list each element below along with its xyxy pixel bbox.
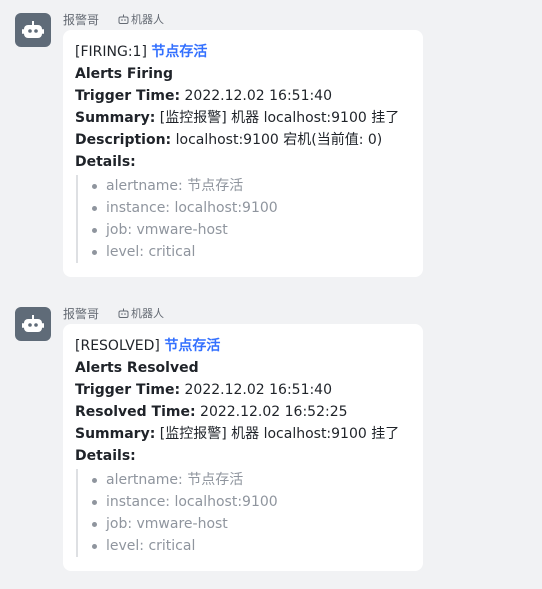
robot-icon xyxy=(22,21,44,38)
details-item: level: critical xyxy=(92,241,411,263)
bot-avatar[interactable] xyxy=(15,13,51,47)
message-resolved: 报警哥 机器人 [RESOLVED] 节点存活 Alerts Resolved … xyxy=(0,294,542,584)
field-trigger-time: Trigger Time: 2022.12.02 16:51:40 xyxy=(75,85,411,107)
field-value: [监控报警] 机器 localhost:9100 挂了 xyxy=(159,426,400,442)
field-value: 2022.12.02 16:51:40 xyxy=(184,88,333,104)
bot-tag-label: 机器人 xyxy=(131,13,165,26)
details-label: Details: xyxy=(75,448,136,464)
details-item: instance: localhost:9100 xyxy=(92,491,411,513)
field-description: Description: localhost:9100 宕机(当前值: 0) xyxy=(75,129,411,151)
sender-line: 报警哥 机器人 xyxy=(63,304,164,322)
details-item: instance: localhost:9100 xyxy=(92,197,411,219)
sender-name[interactable]: 报警哥 xyxy=(63,305,99,322)
field-label: Summary: xyxy=(75,426,156,442)
status-line: [RESOLVED] 节点存活 xyxy=(75,335,411,357)
field-label: Description: xyxy=(75,132,172,148)
status-line: [FIRING:1] 节点存活 xyxy=(75,41,411,63)
details-item: alertname: 节点存活 xyxy=(92,175,411,197)
robot-tag-icon xyxy=(118,14,129,24)
details-list: alertname: 节点存活 instance: localhost:9100… xyxy=(76,469,411,557)
bot-tag: 机器人 xyxy=(118,305,164,321)
field-value: 2022.12.02 16:52:25 xyxy=(200,404,348,420)
details-item: alertname: 节点存活 xyxy=(92,469,411,491)
field-label: Resolved Time: xyxy=(75,404,196,420)
field-summary: Summary: [监控报警] 机器 localhost:9100 挂了 xyxy=(75,107,411,129)
robot-tag-icon xyxy=(118,308,129,318)
field-summary: Summary: [监控报警] 机器 localhost:9100 挂了 xyxy=(75,423,411,445)
details-label: Details: xyxy=(75,154,136,170)
status-prefix: [RESOLVED] xyxy=(75,338,160,354)
field-value: [监控报警] 机器 localhost:9100 挂了 xyxy=(159,110,400,126)
alert-card: [FIRING:1] 节点存活 Alerts Firing Trigger Ti… xyxy=(63,30,423,277)
status-prefix: [FIRING:1] xyxy=(75,44,147,60)
details-item: level: critical xyxy=(92,535,411,557)
field-value: localhost:9100 宕机(当前值: 0) xyxy=(175,132,383,148)
robot-icon xyxy=(22,315,44,332)
bot-tag: 机器人 xyxy=(118,11,164,27)
field-label: Trigger Time: xyxy=(75,88,181,104)
bot-avatar[interactable] xyxy=(15,307,51,341)
status-link[interactable]: 节点存活 xyxy=(151,44,207,60)
bot-tag-label: 机器人 xyxy=(131,307,165,320)
sender-line: 报警哥 机器人 xyxy=(63,10,164,28)
field-resolved-time: Resolved Time: 2022.12.02 16:52:25 xyxy=(75,401,411,423)
details-list: alertname: 节点存活 instance: localhost:9100… xyxy=(76,175,411,263)
field-value: 2022.12.02 16:51:40 xyxy=(184,382,333,398)
field-trigger-time: Trigger Time: 2022.12.02 16:51:40 xyxy=(75,379,411,401)
details-item: job: vmware-host xyxy=(92,219,411,241)
alert-card: [RESOLVED] 节点存活 Alerts Resolved Trigger … xyxy=(63,324,423,571)
status-link[interactable]: 节点存活 xyxy=(164,338,220,354)
field-label: Trigger Time: xyxy=(75,382,181,398)
field-label: Summary: xyxy=(75,110,156,126)
alert-headline: Alerts Resolved xyxy=(75,360,199,376)
message-firing: 报警哥 机器人 [FIRING:1] 节点存活 Alerts Firing Tr… xyxy=(0,0,542,290)
details-item: job: vmware-host xyxy=(92,513,411,535)
sender-name[interactable]: 报警哥 xyxy=(63,11,99,28)
alert-headline: Alerts Firing xyxy=(75,66,173,82)
